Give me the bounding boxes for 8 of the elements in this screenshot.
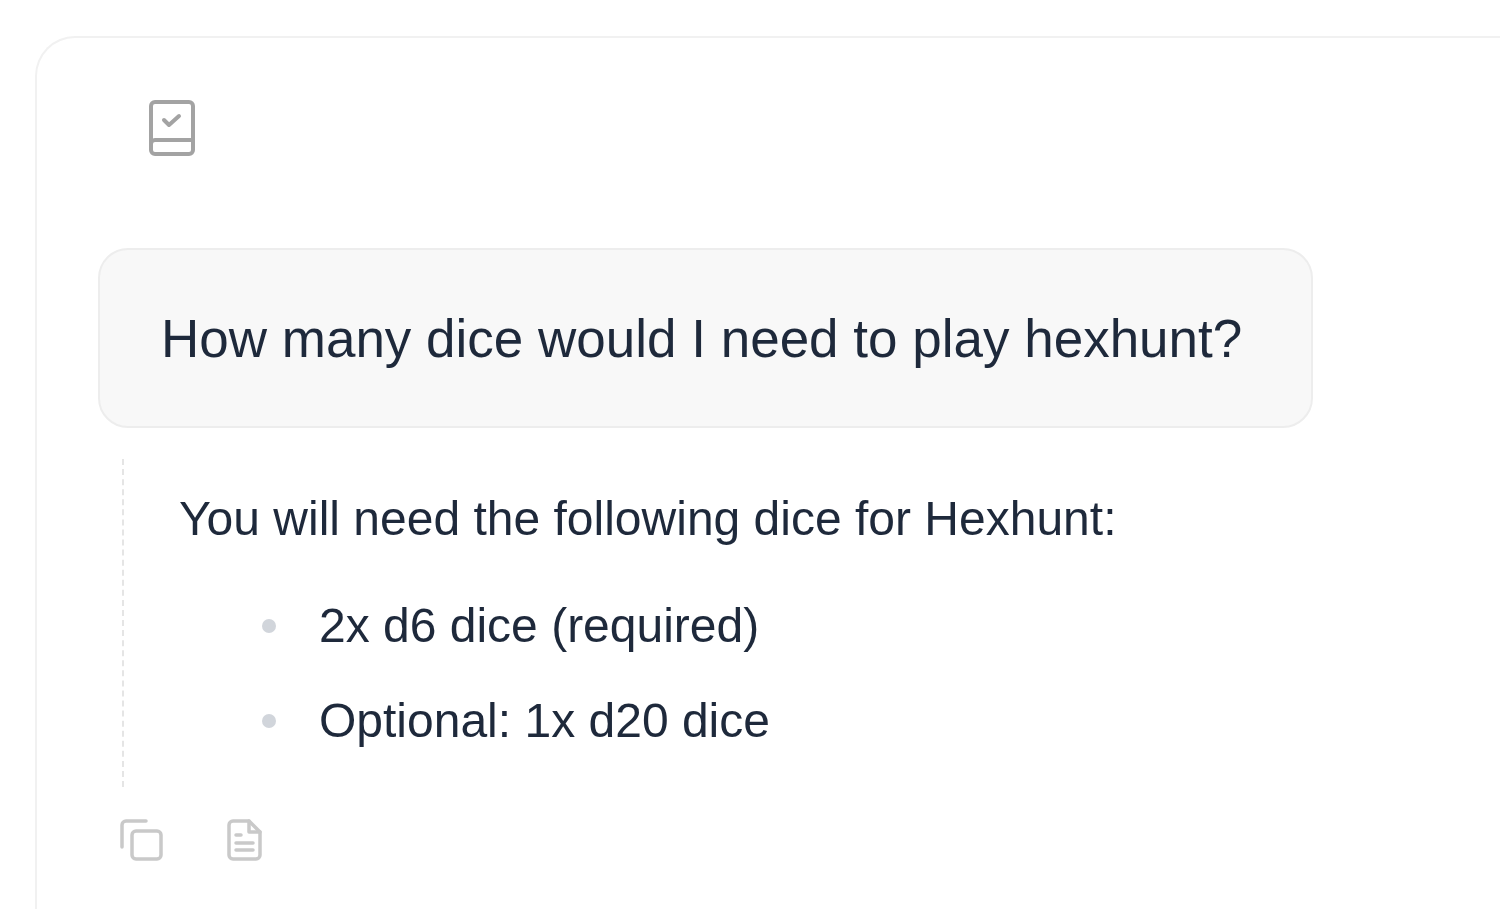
copy-icon[interactable] [120, 819, 163, 861]
list-item-text: Optional: 1x d20 dice [319, 697, 770, 745]
document-icon[interactable] [227, 819, 262, 861]
book-check-icon[interactable] [149, 100, 195, 156]
bullet-icon [262, 619, 276, 633]
bullet-icon [262, 714, 276, 728]
list-item-text: 2x d6 dice (required) [319, 602, 760, 650]
answer-text: You will need the following dice for Hexhunt: [179, 495, 1117, 543]
